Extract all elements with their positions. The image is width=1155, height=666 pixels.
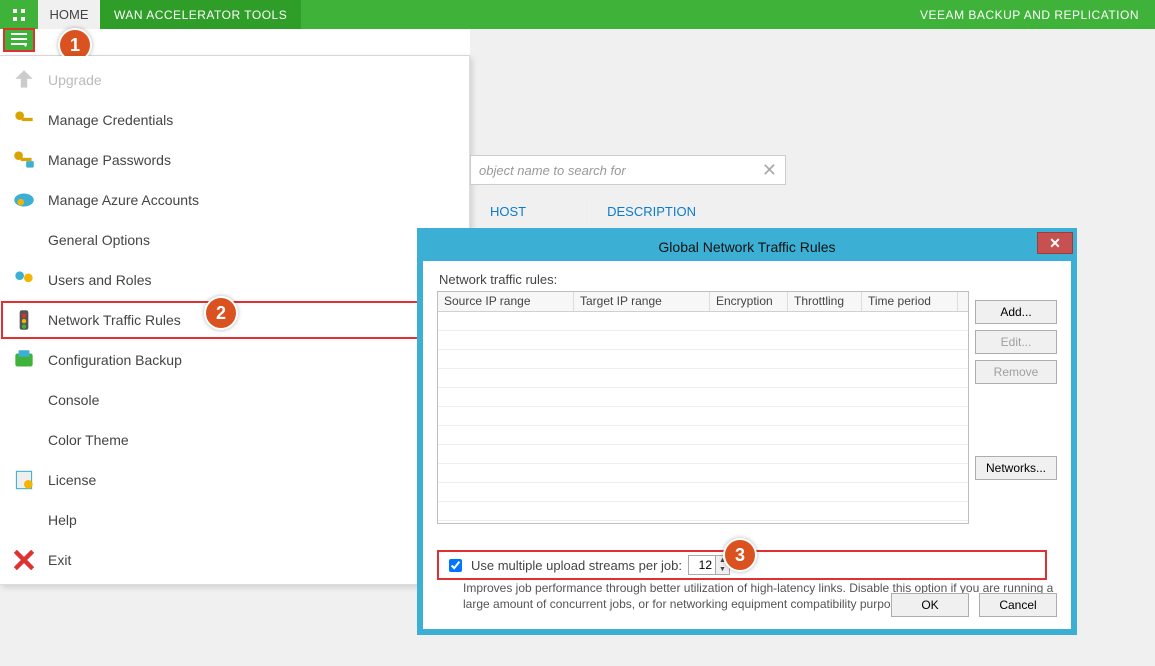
remove-button[interactable]: Remove: [975, 360, 1057, 384]
menu-help[interactable]: Help ▶: [0, 500, 469, 540]
menu-label: Configuration Backup: [48, 352, 459, 368]
keys-icon: [8, 104, 40, 136]
menu-manage-credentials[interactable]: Manage Credentials: [0, 100, 469, 140]
networks-button[interactable]: Networks...: [975, 456, 1057, 480]
global-network-traffic-rules-dialog: Global Network Traffic Rules ✕ Network t…: [417, 228, 1077, 635]
menu-label: General Options: [48, 232, 459, 248]
menu-manage-azure[interactable]: Manage Azure Accounts: [0, 180, 469, 220]
menu-manage-passwords[interactable]: Manage Passwords: [0, 140, 469, 180]
search-input[interactable]: object name to search for ✕: [470, 155, 786, 185]
menu-label: Manage Credentials: [48, 112, 459, 128]
col-encryption[interactable]: Encryption: [710, 292, 788, 311]
rules-grid[interactable]: Source IP range Target IP range Encrypti…: [437, 291, 969, 524]
streams-label: Use multiple upload streams per job:: [471, 558, 682, 573]
menu-general-options[interactable]: General Options: [0, 220, 469, 260]
col-time-period[interactable]: Time period: [862, 292, 958, 311]
system-menu-icon[interactable]: [0, 0, 38, 29]
streams-value-input[interactable]: [689, 556, 715, 574]
blank-icon: [8, 424, 40, 456]
menu-console[interactable]: Console ▶: [0, 380, 469, 420]
streams-checkbox[interactable]: [449, 559, 462, 572]
blank-icon: [8, 384, 40, 416]
menu-color-theme[interactable]: Color Theme ▶: [0, 420, 469, 460]
list-headers: HOST DESCRIPTION: [470, 198, 757, 225]
menu-label: License: [48, 472, 459, 488]
edit-button[interactable]: Edit...: [975, 330, 1057, 354]
config-icon: [8, 344, 40, 376]
menu-users-roles[interactable]: Users and Roles: [0, 260, 469, 300]
menu-label: Exit: [48, 552, 459, 568]
exit-icon: [8, 544, 40, 576]
ok-button[interactable]: OK: [891, 593, 969, 617]
blank-icon: [8, 224, 40, 256]
blank-icon: [8, 504, 40, 536]
menu-label: Users and Roles: [48, 272, 459, 288]
dialog-title-bar[interactable]: Global Network Traffic Rules ✕: [422, 233, 1072, 261]
col-description[interactable]: DESCRIPTION: [587, 198, 757, 225]
tab-wan-tools[interactable]: WAN ACCELERATOR TOOLS: [100, 0, 301, 29]
dialog-footer: OK Cancel: [891, 593, 1057, 617]
col-source-ip[interactable]: Source IP range: [438, 292, 574, 311]
menu-label: Console: [48, 392, 451, 408]
traffic-icon: [8, 304, 40, 336]
key-lock-icon: [8, 144, 40, 176]
license-icon: [8, 464, 40, 496]
product-title: VEEAM BACKUP AND REPLICATION: [904, 0, 1155, 29]
menu-label: Upgrade: [48, 72, 459, 88]
add-button[interactable]: Add...: [975, 300, 1057, 324]
cancel-button[interactable]: Cancel: [979, 593, 1057, 617]
search-placeholder: object name to search for: [479, 163, 626, 178]
col-throttling[interactable]: Throttling: [788, 292, 862, 311]
menu-license[interactable]: License: [0, 460, 469, 500]
users-icon: [8, 264, 40, 296]
menu-configuration-backup[interactable]: Configuration Backup: [0, 340, 469, 380]
azure-icon: [8, 184, 40, 216]
close-button[interactable]: ✕: [1037, 232, 1073, 254]
rules-label: Network traffic rules:: [439, 272, 1057, 287]
rules-buttons: Add... Edit... Remove Networks...: [975, 300, 1057, 480]
upgrade-icon: [8, 64, 40, 96]
menu-label: Help: [48, 512, 451, 528]
dialog-title: Global Network Traffic Rules: [658, 239, 835, 255]
menu-label: Manage Azure Accounts: [48, 192, 459, 208]
menu-label: Manage Passwords: [48, 152, 459, 168]
menu-label: Color Theme: [48, 432, 451, 448]
menu-exit[interactable]: Exit: [0, 540, 469, 580]
col-target-ip[interactable]: Target IP range: [574, 292, 710, 311]
menu-label: Network Traffic Rules: [48, 312, 459, 328]
ribbon-bar: HOME WAN ACCELERATOR TOOLS VEEAM BACKUP …: [0, 0, 1155, 29]
clear-search-icon[interactable]: ✕: [762, 160, 777, 181]
col-host[interactable]: HOST: [470, 198, 587, 225]
callout-3: 3: [723, 538, 757, 572]
menu-upgrade: Upgrade: [0, 60, 469, 100]
main-menu-button[interactable]: [4, 29, 34, 51]
callout-2: 2: [204, 296, 238, 330]
tab-home[interactable]: HOME: [38, 0, 100, 29]
